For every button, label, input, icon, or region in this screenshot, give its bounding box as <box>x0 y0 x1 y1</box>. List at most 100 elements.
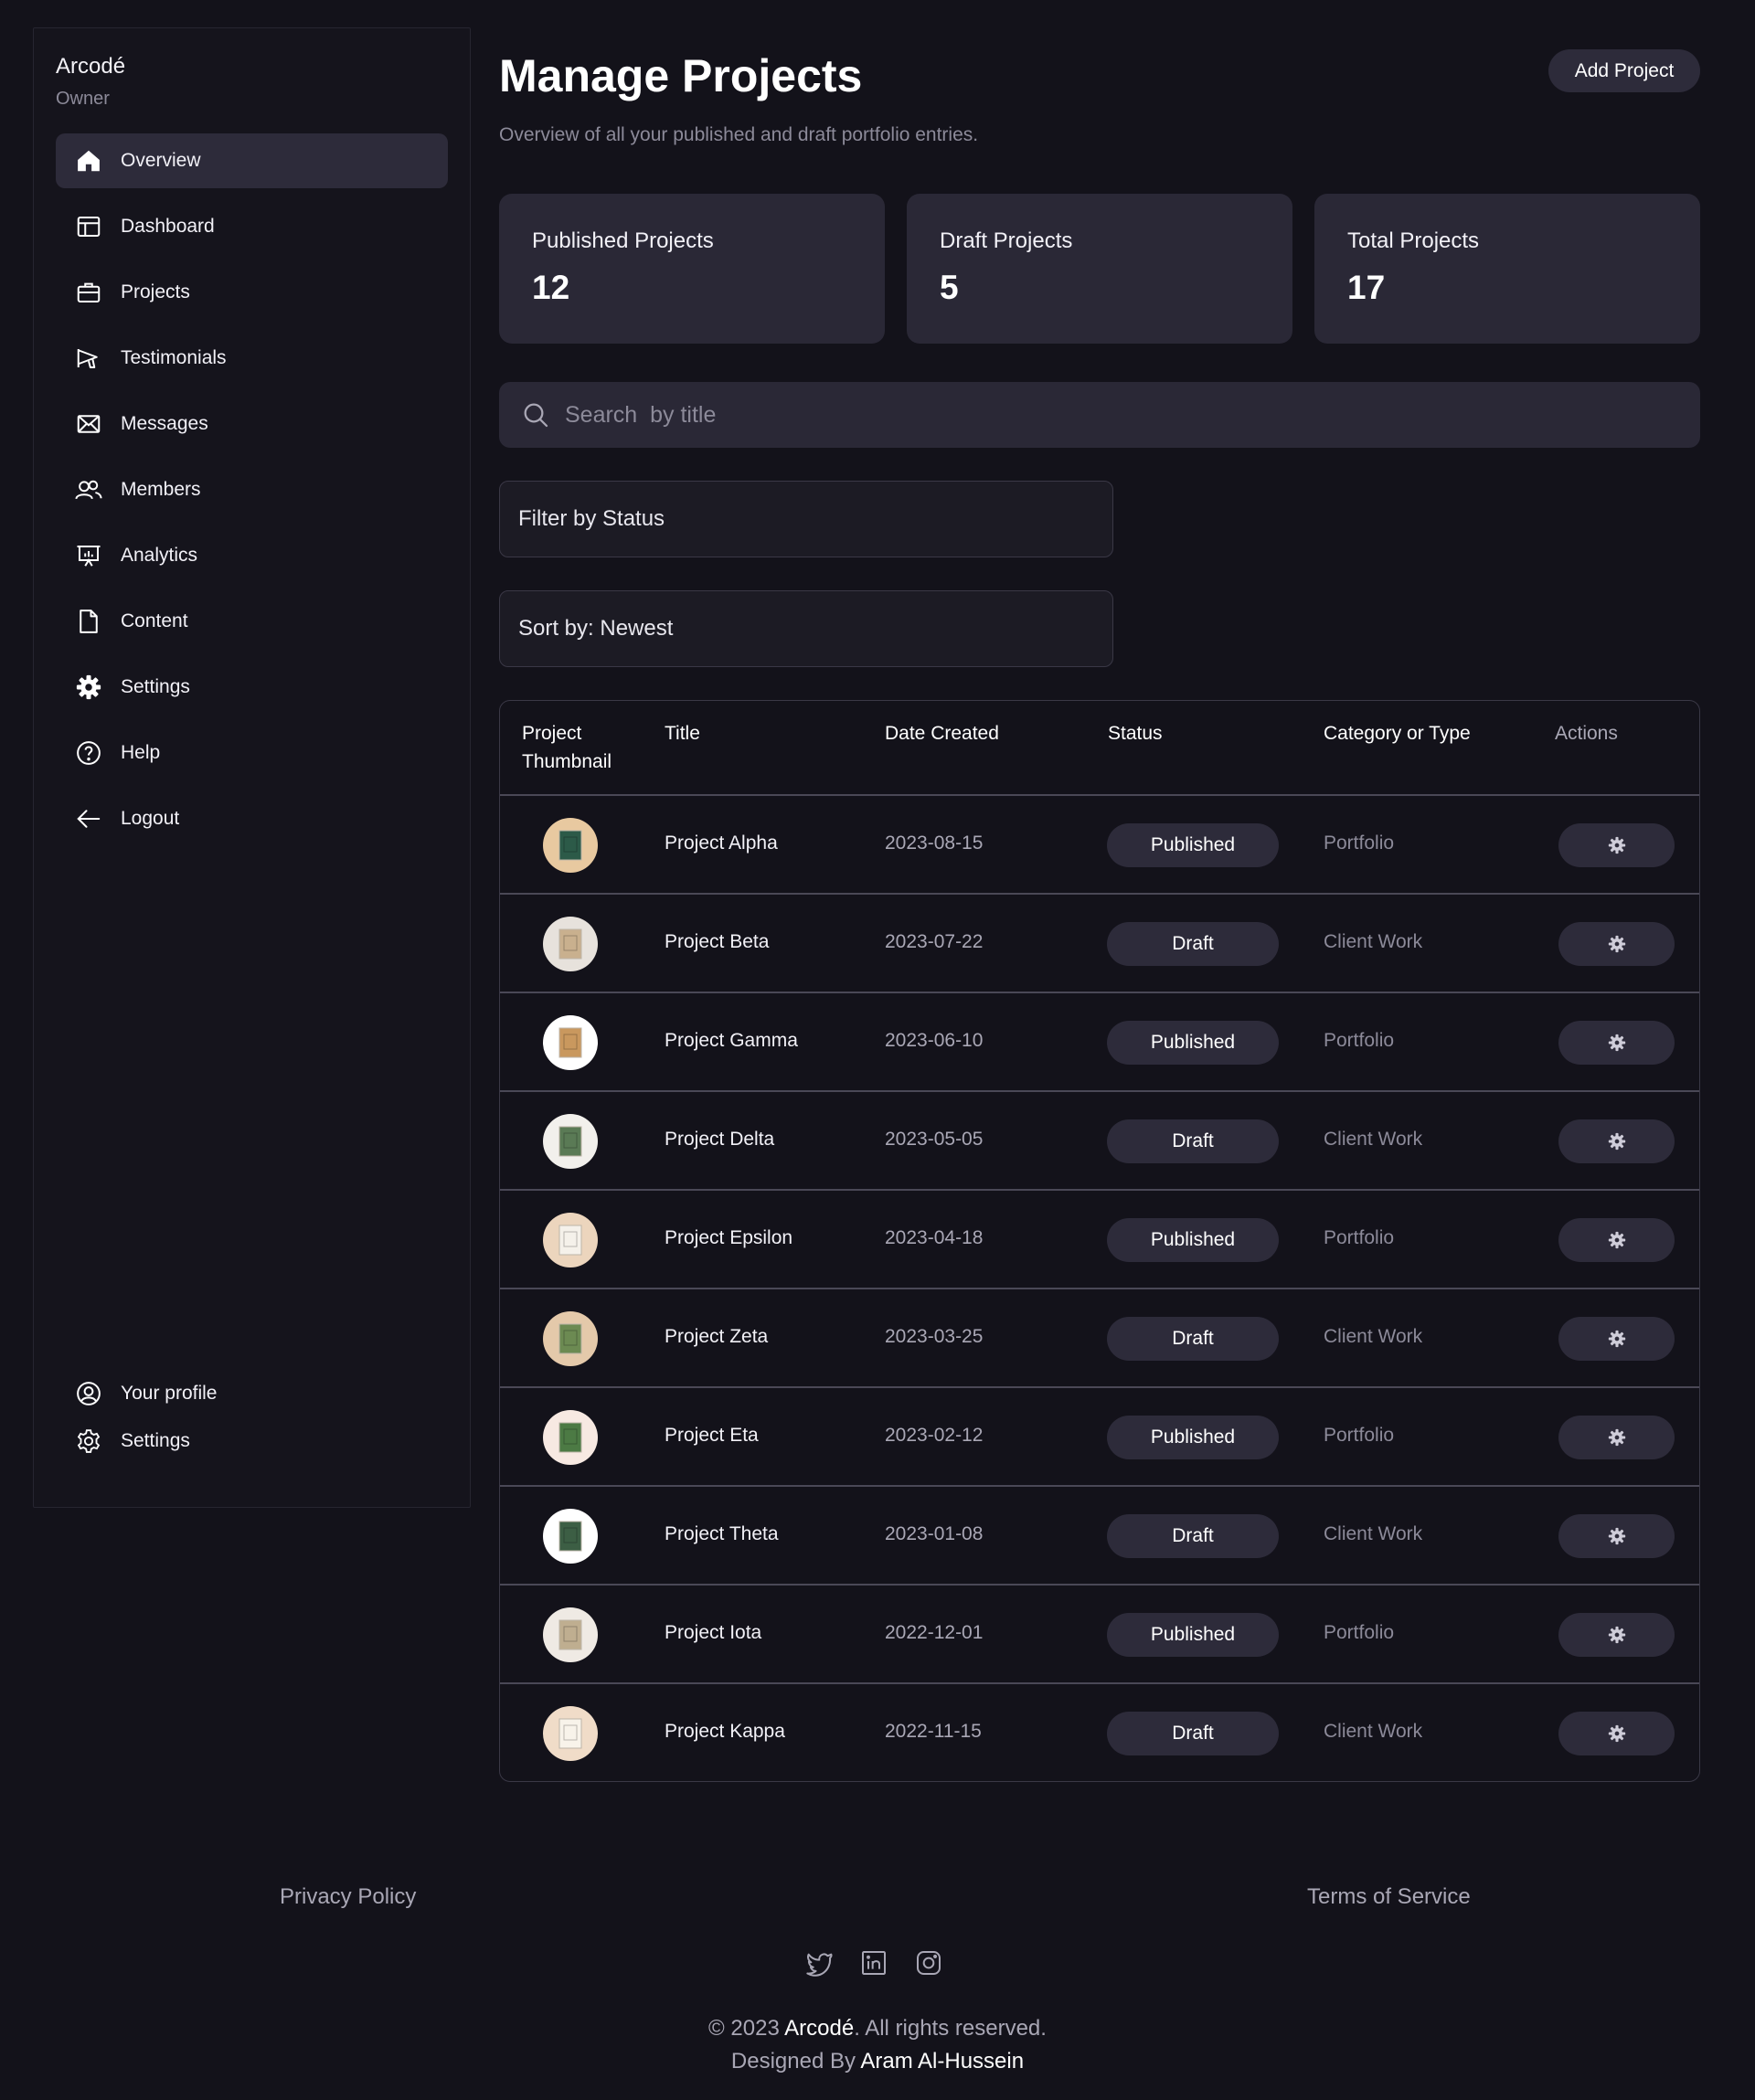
status-badge: Published <box>1107 1218 1279 1262</box>
sidebar-item-label: Help <box>121 742 161 763</box>
gear-icon <box>1607 1427 1627 1448</box>
page-title: Manage Projects <box>499 50 863 101</box>
stat-value: 12 <box>532 269 570 306</box>
status-badge: Draft <box>1107 1514 1279 1558</box>
column-header-thumbnail: Project Thumbnail <box>522 719 612 776</box>
sidebar-item-label: Logout <box>121 808 180 829</box>
project-title[interactable]: Project Alpha <box>665 833 778 854</box>
sidebar-item-members[interactable]: Members <box>56 462 448 517</box>
sidebar-item-bottom-settings[interactable]: Settings <box>56 1423 449 1459</box>
sidebar-item-analytics[interactable]: Analytics <box>56 528 448 583</box>
date-created: 2023-07-22 <box>885 931 984 952</box>
status-badge: Draft <box>1107 1712 1279 1755</box>
project-thumbnail <box>543 1213 598 1267</box>
table-row: Project Epsilon 2023-04-18 Published Portfo… <box>500 1191 1699 1289</box>
sidebar-bottom: Your profile Settings <box>56 1375 449 1470</box>
sidebar-item-testimonials[interactable]: Testimonials <box>56 331 448 386</box>
category-type: Client Work <box>1324 1721 1423 1742</box>
project-title[interactable]: Project Eta <box>665 1425 759 1447</box>
sidebar-item-help[interactable]: Help <box>56 726 448 780</box>
sidebar-nav: Overview Dashboard Projects Testimonials… <box>56 133 448 846</box>
sidebar-item-label: Settings <box>121 1430 190 1451</box>
row-settings-button[interactable] <box>1558 1514 1675 1558</box>
row-settings-button[interactable] <box>1558 1712 1675 1755</box>
project-title[interactable]: Project Epsilon <box>665 1227 792 1249</box>
sidebar-item-content[interactable]: Content <box>56 594 448 649</box>
row-settings-button[interactable] <box>1558 1317 1675 1361</box>
row-settings-button[interactable] <box>1558 1218 1675 1262</box>
gear-icon <box>74 673 103 702</box>
sidebar-item-dashboard[interactable]: Dashboard <box>56 199 448 254</box>
sidebar-item-messages[interactable]: Messages <box>56 397 448 451</box>
column-header-thumbnail-line1: Project <box>522 723 582 744</box>
row-settings-button[interactable] <box>1558 1613 1675 1657</box>
mail-icon <box>74 409 103 439</box>
arrow-left-icon <box>74 804 103 833</box>
presentation-chart-icon <box>74 541 103 570</box>
row-settings-button[interactable] <box>1558 1021 1675 1065</box>
category-type: Portfolio <box>1324 833 1395 854</box>
sidebar-item-label: Overview <box>121 150 201 171</box>
stat-card-published: Published Projects 12 <box>499 194 885 344</box>
sidebar-item-settings[interactable]: Settings <box>56 660 448 715</box>
stat-value: 5 <box>940 269 959 306</box>
twitter-icon[interactable] <box>804 1948 834 1978</box>
designer-prefix: Designed By <box>730 2049 861 2073</box>
row-settings-button[interactable] <box>1558 1119 1675 1163</box>
date-created: 2023-05-05 <box>885 1129 984 1150</box>
sidebar-item-projects[interactable]: Projects <box>56 265 448 320</box>
project-title[interactable]: Project Delta <box>665 1129 774 1151</box>
row-settings-button[interactable] <box>1558 1416 1675 1459</box>
table-row: Project Beta 2023-07-22 Draft Client Work <box>500 895 1699 993</box>
privacy-policy-link[interactable]: Privacy Policy <box>280 1884 416 1910</box>
gear-icon <box>1607 1033 1627 1053</box>
stat-card-total: Total Projects 17 <box>1314 194 1700 344</box>
table-row: Project Delta 2023-05-05 Draft Client Work <box>500 1092 1699 1191</box>
row-settings-button[interactable] <box>1558 922 1675 966</box>
stat-label: Draft Projects <box>940 228 1073 253</box>
project-title[interactable]: Project Iota <box>665 1622 761 1644</box>
column-header-category: Category or Type <box>1324 723 1471 744</box>
gear-icon <box>1607 934 1627 954</box>
search-input[interactable] <box>565 401 1662 429</box>
project-title[interactable]: Project Theta <box>665 1523 779 1545</box>
sort-select[interactable]: Sort by: Newest <box>499 590 1113 667</box>
status-badge: Draft <box>1107 1317 1279 1361</box>
category-type: Client Work <box>1324 1326 1423 1347</box>
sidebar-item-your-profile[interactable]: Your profile <box>56 1375 449 1412</box>
row-settings-button[interactable] <box>1558 823 1675 867</box>
project-title[interactable]: Project Gamma <box>665 1030 798 1052</box>
date-created: 2023-04-18 <box>885 1227 984 1248</box>
status-badge: Draft <box>1107 1119 1279 1163</box>
table-row: Project Gamma 2023-06-10 Published Portfoli… <box>500 993 1699 1092</box>
gear-icon <box>1607 1723 1627 1744</box>
project-title[interactable]: Project Zeta <box>665 1326 768 1348</box>
user-circle-icon <box>74 1379 103 1408</box>
project-thumbnail <box>543 1114 598 1169</box>
table-header: Project Thumbnail Title Date Created Sta… <box>500 701 1699 796</box>
project-title[interactable]: Project Kappa <box>665 1721 785 1743</box>
designer-credit: Designed By Aram Al-Hussein <box>0 2049 1755 2074</box>
table-row: Project Kappa 2022-11-15 Draft Client Work <box>500 1684 1699 1781</box>
project-thumbnail <box>543 1311 598 1366</box>
sidebar-item-label: Members <box>121 479 201 500</box>
terms-of-service-link[interactable]: Terms of Service <box>1307 1884 1471 1910</box>
briefcase-icon <box>74 278 103 307</box>
project-title[interactable]: Project Beta <box>665 931 769 953</box>
gear-icon <box>1607 1625 1627 1645</box>
status-badge: Published <box>1107 1416 1279 1459</box>
linkedin-icon[interactable] <box>859 1948 888 1978</box>
search-bar <box>499 382 1700 448</box>
stat-card-draft: Draft Projects 5 <box>907 194 1292 344</box>
filter-status-select[interactable]: Filter by Status <box>499 481 1113 557</box>
instagram-icon[interactable] <box>914 1948 943 1978</box>
table-row: Project Zeta 2023-03-25 Draft Client Work <box>500 1289 1699 1388</box>
user-role: Owner <box>56 89 110 109</box>
sidebar-item-logout[interactable]: Logout <box>56 791 448 846</box>
sidebar-item-overview[interactable]: Overview <box>56 133 448 188</box>
add-project-button[interactable]: Add Project <box>1548 49 1700 92</box>
sidebar-item-label: Testimonials <box>121 347 227 368</box>
stat-value: 17 <box>1347 269 1386 306</box>
project-thumbnail <box>543 917 598 971</box>
designer-name: Aram Al-Hussein <box>860 2049 1025 2073</box>
